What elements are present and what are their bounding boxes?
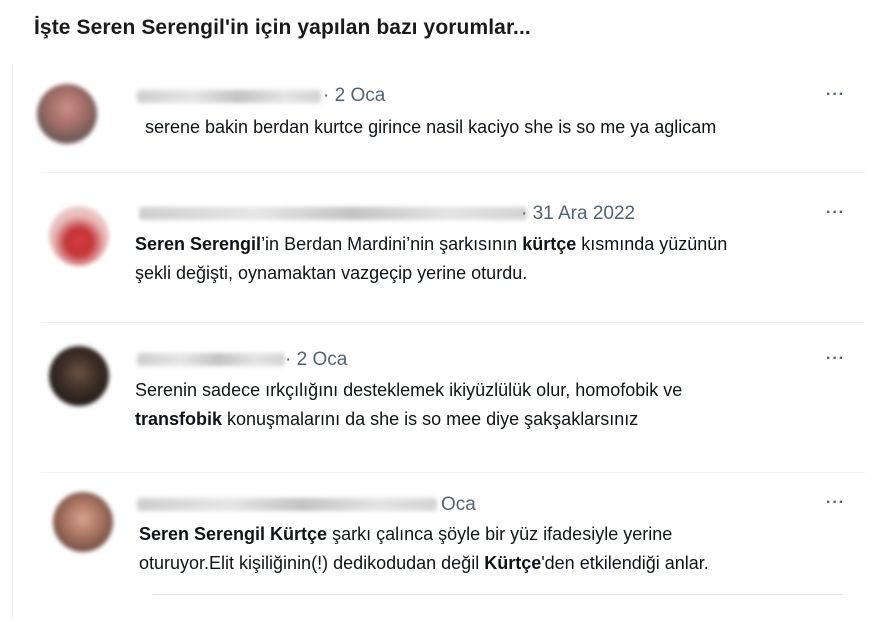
username-blurred	[139, 207, 527, 220]
more-options-icon[interactable]: ···	[826, 86, 845, 104]
avatar[interactable]	[49, 206, 109, 266]
tweet-4[interactable]: Oca ··· Seren Serengil Kürtçe şarkı çalı…	[13, 478, 869, 598]
bold-keyword: kürtçe	[522, 234, 577, 254]
bold-keyword: transfobik	[135, 409, 223, 429]
username-blurred	[137, 353, 285, 366]
tweet-date[interactable]: · 2 Oca	[323, 85, 385, 107]
divider	[41, 172, 865, 173]
tweet-text: Seren Serengil’in Berdan Mardini’nin şar…	[135, 234, 728, 283]
username-blurred	[137, 498, 437, 511]
divider	[153, 594, 843, 595]
tweet-text: serene bakin berdan kurtce girince nasil…	[145, 117, 717, 137]
tweet-date[interactable]: · 2 Oca	[285, 349, 347, 371]
tweet-text: Serenin sadece ırkçılığını desteklemek i…	[135, 380, 683, 429]
tweet-1[interactable]: · 2 Oca ··· serene bakin berdan kurtce g…	[13, 66, 869, 186]
avatar[interactable]	[49, 346, 109, 406]
bold-mention: Seren Serengil	[135, 234, 262, 254]
tweet-list-screenshot: · 2 Oca ··· serene bakin berdan kurtce g…	[12, 66, 869, 618]
tweet-date[interactable]: · 31 Ara 2022	[521, 203, 635, 225]
tweet-date[interactable]: Oca	[441, 494, 476, 516]
avatar[interactable]	[53, 492, 113, 552]
divider	[41, 472, 865, 473]
page-title: İşte Seren Serengil'in için yapılan bazı…	[34, 16, 531, 39]
bold-keyword: Kürtçe	[484, 553, 542, 573]
divider	[41, 322, 865, 323]
username-blurred	[137, 90, 321, 103]
more-options-icon[interactable]: ···	[826, 204, 845, 222]
bold-keyword: Seren Serengil Kürtçe	[139, 524, 328, 544]
avatar[interactable]	[37, 84, 97, 144]
more-options-icon[interactable]: ···	[826, 494, 845, 512]
tweet-text: Seren Serengil Kürtçe şarkı çalınca şöyl…	[139, 524, 709, 573]
tweet-3[interactable]: · 2 Oca ··· Serenin sadece ırkçılığını d…	[13, 332, 869, 452]
more-options-icon[interactable]: ···	[826, 350, 845, 368]
tweet-2[interactable]: · 31 Ara 2022 ··· Seren Serengil’in Berd…	[13, 186, 869, 306]
